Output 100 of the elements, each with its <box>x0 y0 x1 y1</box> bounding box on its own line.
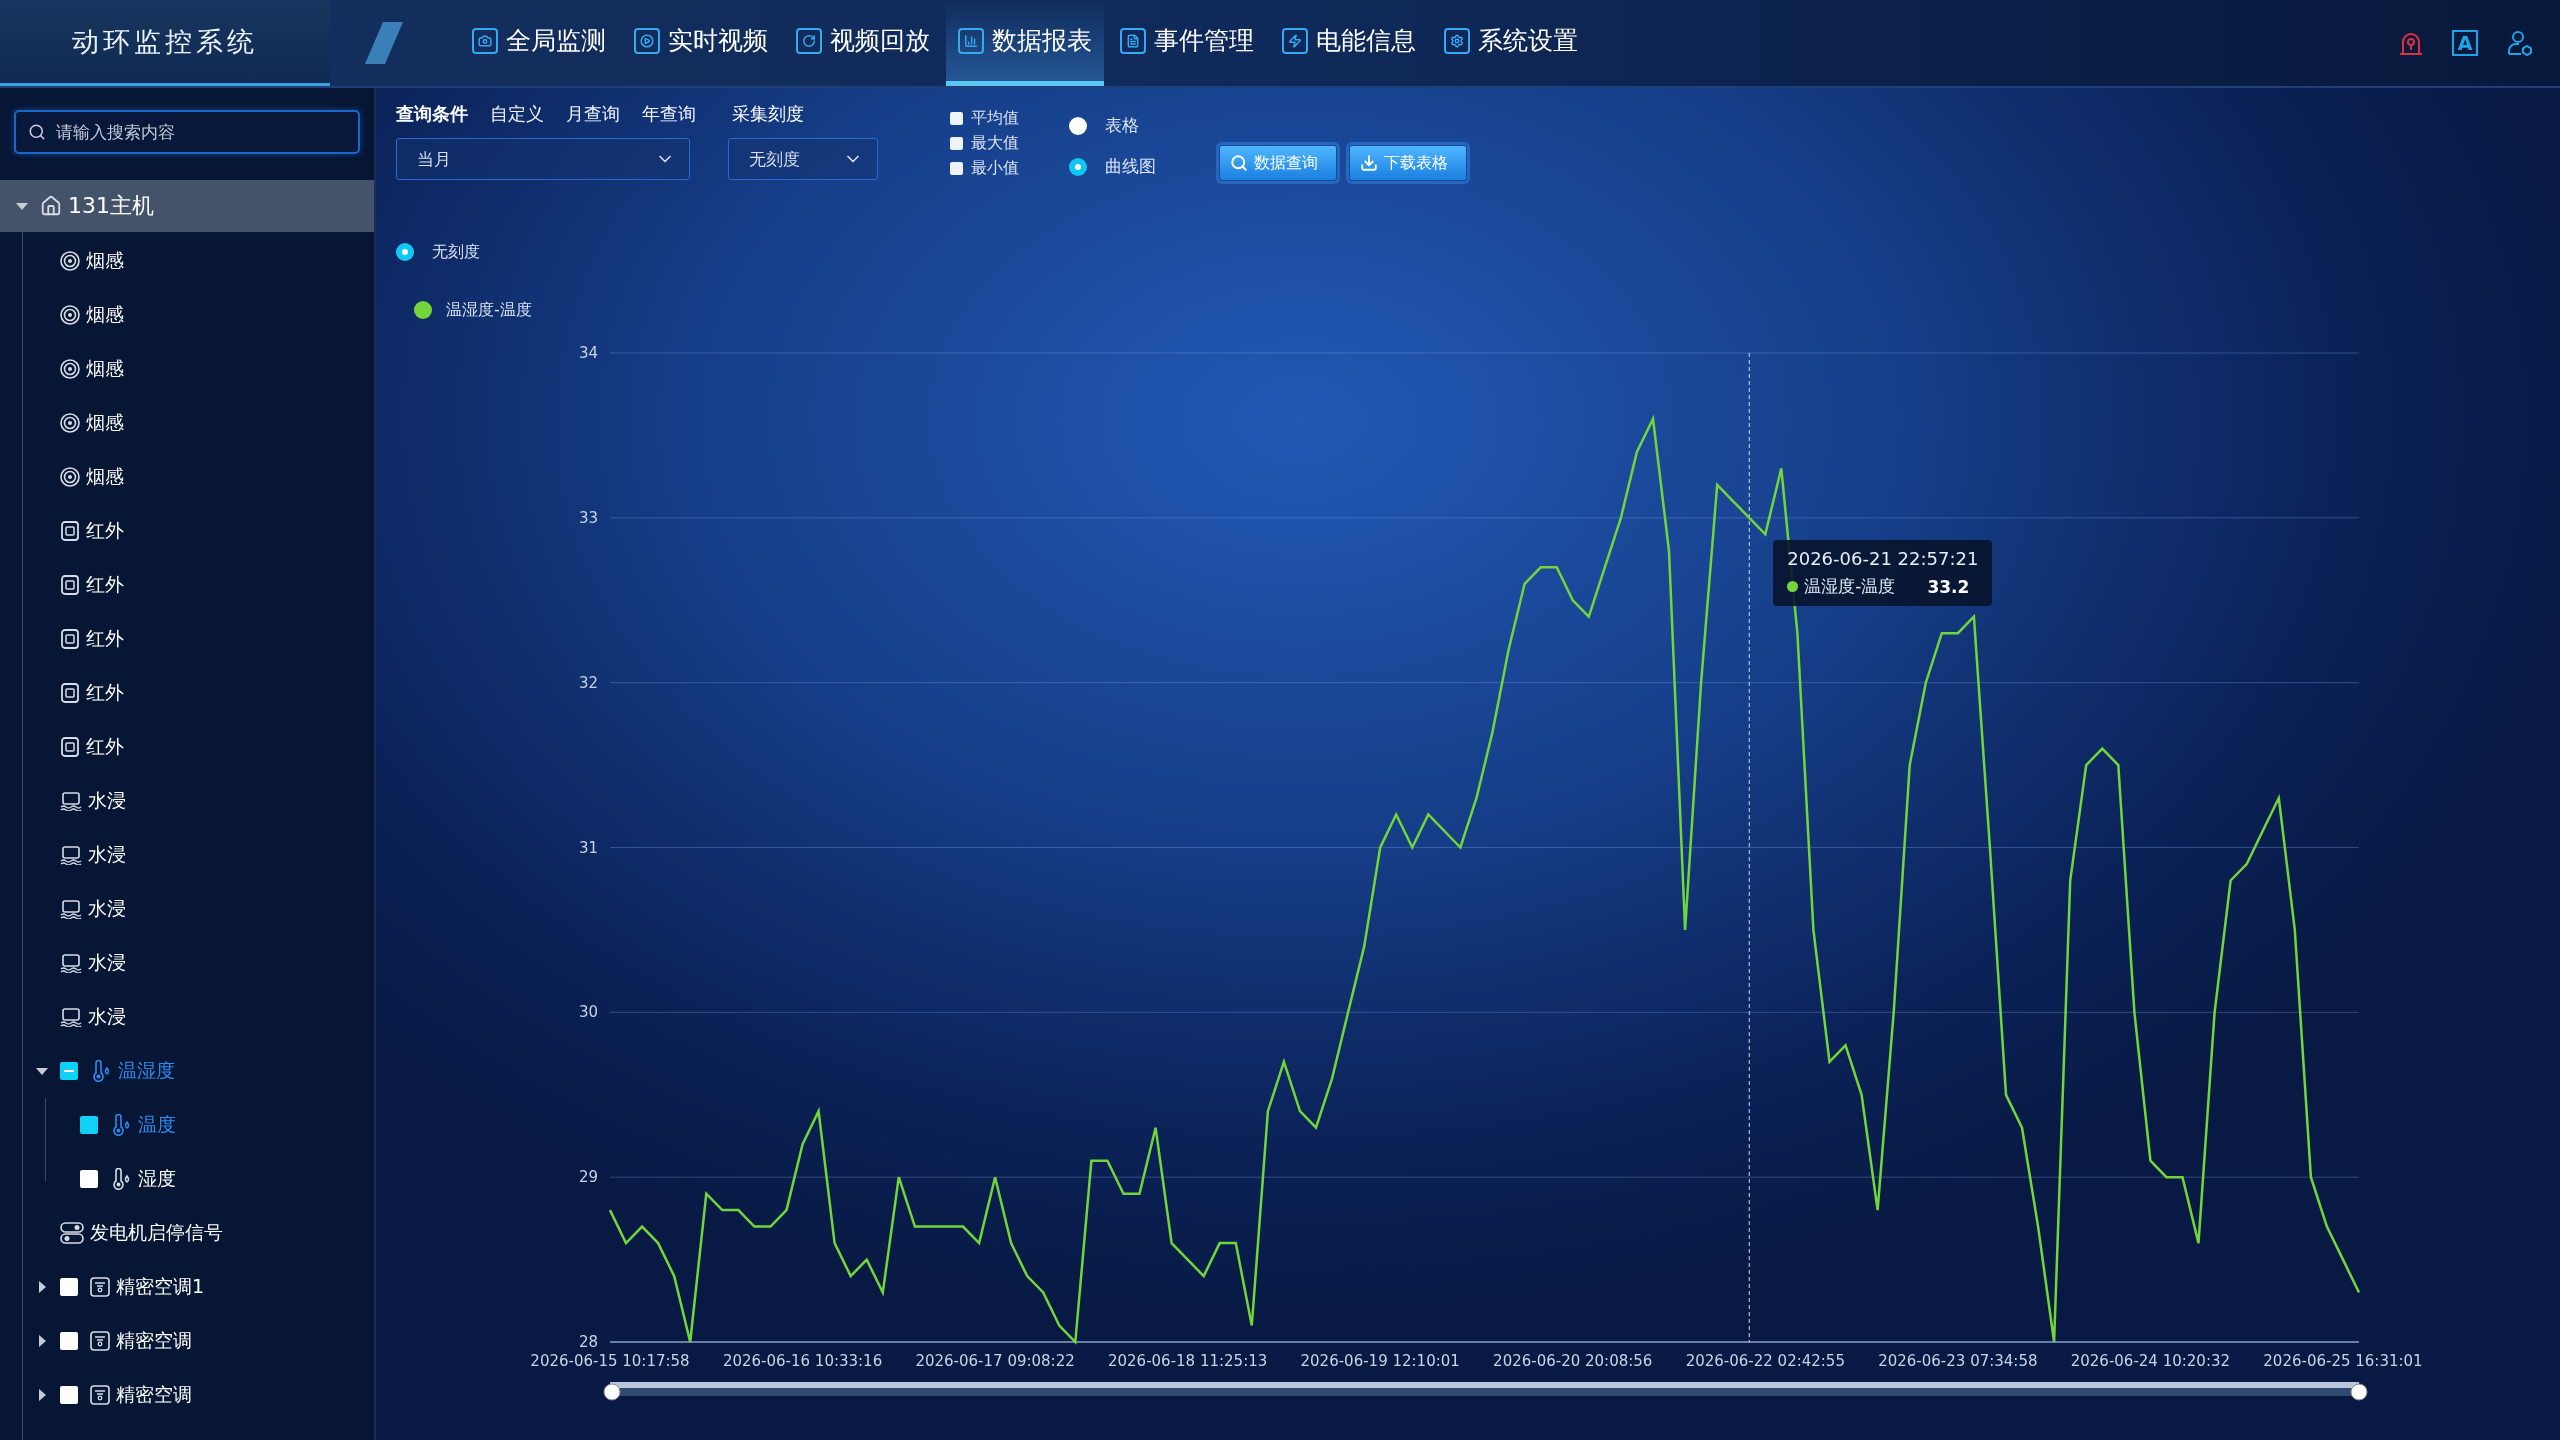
smoke-detector-icon <box>60 467 80 487</box>
stat-checkbox[interactable]: 最小值 <box>950 158 1019 179</box>
tree-item[interactable]: 精密空调1 <box>116 1274 205 1300</box>
tree-item[interactable]: 温湿度 <box>118 1058 175 1084</box>
tree-item[interactable]: 烟感 <box>86 356 124 382</box>
sensor-icon <box>60 629 80 649</box>
smoke-detector-icon <box>60 251 80 271</box>
tree-item[interactable]: 水浸 <box>88 1004 126 1030</box>
tree-item[interactable]: 精密空调 <box>116 1328 192 1354</box>
checkbox[interactable] <box>60 1278 78 1296</box>
axis-label: 2026-06-24 10:20:32 <box>2070 1352 2231 1370</box>
smoke-detector-icon <box>60 305 80 325</box>
nav-tab[interactable]: 实时视频 <box>622 0 780 86</box>
air-conditioner-icon <box>90 1277 110 1297</box>
sensor-icon <box>60 575 80 595</box>
query-heading: 查询条件 <box>396 102 468 126</box>
bar-chart-icon <box>958 27 984 54</box>
tree-item[interactable]: 烟感 <box>86 302 124 328</box>
axis-label: 2026-06-16 10:33:16 <box>722 1352 883 1370</box>
axis-label: 2026-06-15 10:17:58 <box>530 1352 690 1370</box>
stat-checkbox[interactable]: 平均值 <box>950 108 1019 129</box>
tree-item[interactable]: 红外 <box>86 734 124 760</box>
axis-label: 2026-06-17 09:08:22 <box>915 1352 1075 1370</box>
tree-item[interactable]: 烟感 <box>86 248 124 274</box>
font-button[interactable]: A <box>2452 30 2478 56</box>
settings-icon <box>1444 27 1470 54</box>
nav-tab[interactable]: 电能信息 <box>1270 0 1428 86</box>
tree-item[interactable]: 精密空调 <box>116 1382 192 1408</box>
legend-label[interactable]: 温湿度-温度 <box>446 299 532 321</box>
axis-label: 28 <box>578 1333 598 1351</box>
tree-item[interactable]: 红外 <box>86 518 124 544</box>
query-mode-tab[interactable]: 月查询 <box>566 102 620 126</box>
scale-dropdown[interactable]: 无刻度 <box>728 138 878 180</box>
axis-label: 2026-06-23 07:34:58 <box>1878 1352 2038 1370</box>
tree-item[interactable]: 烟感 <box>86 464 124 490</box>
tree-root-label: 131主机 <box>68 192 154 220</box>
tree-item[interactable]: 水浸 <box>88 842 126 868</box>
nav-tab[interactable]: 视频回放 <box>784 0 942 86</box>
view-radio[interactable]: 曲线图 <box>1069 155 1156 178</box>
document-icon <box>1120 27 1146 54</box>
legend-dot[interactable] <box>414 301 432 319</box>
checkbox[interactable] <box>60 1062 78 1080</box>
axis-label: 33 <box>578 508 598 527</box>
tree-item[interactable]: 水浸 <box>88 896 126 922</box>
tree-item[interactable]: 湿度 <box>138 1166 176 1192</box>
tree-item[interactable]: 发电机启停信号 <box>90 1220 223 1246</box>
axis-label: 30 <box>578 1003 598 1022</box>
smoke-detector-icon <box>60 413 80 433</box>
water-sensor-icon <box>60 953 82 973</box>
search-field[interactable]: 请输入搜索内容 <box>14 110 360 154</box>
axis-label: 2026-06-20 20:08:56 <box>1493 1352 1653 1370</box>
camera-icon <box>472 27 498 54</box>
tooltip-value: 33.2 <box>1927 576 1970 597</box>
axis-label: 2026-06-22 02:42:55 <box>1685 1352 1845 1370</box>
user-settings-icon[interactable] <box>2506 29 2534 57</box>
axis-label: 32 <box>578 673 598 692</box>
period-dropdown[interactable]: 当月 <box>396 138 690 180</box>
thermometer-icon <box>110 1168 132 1190</box>
search-icon <box>1230 154 1248 172</box>
home-icon <box>40 195 62 217</box>
air-conditioner-icon <box>90 1385 110 1405</box>
stat-checkbox[interactable]: 最大值 <box>950 133 1019 154</box>
sensor-icon <box>60 683 80 703</box>
app-title: 动环监控系统 <box>72 24 258 59</box>
thermometer-icon <box>110 1114 132 1136</box>
tree-item[interactable]: 水浸 <box>88 788 126 814</box>
tree-root-row[interactable]: 131主机 <box>0 180 374 232</box>
checkbox[interactable] <box>60 1332 78 1350</box>
tree-item[interactable]: 烟感 <box>86 410 124 436</box>
tree-item[interactable]: 红外 <box>86 572 124 598</box>
axis-label: 2026-06-19 12:10:01 <box>1300 1352 1460 1370</box>
zoom-slider[interactable] <box>603 1382 2368 1401</box>
radio[interactable] <box>396 243 414 261</box>
bolt-icon <box>1282 27 1308 54</box>
axis-label: 29 <box>578 1168 598 1187</box>
view-radio[interactable]: 表格 <box>1069 114 1156 137</box>
checkbox[interactable] <box>60 1386 78 1404</box>
checkbox[interactable] <box>80 1170 98 1188</box>
scale-label: 采集刻度 <box>731 102 805 126</box>
search-icon <box>28 123 46 141</box>
axis-label: 34 <box>578 344 598 362</box>
checkbox[interactable] <box>80 1116 98 1134</box>
replay-icon <box>796 27 822 54</box>
tree-item[interactable]: 水浸 <box>88 950 126 976</box>
alarm-light-icon[interactable] <box>2398 30 2424 56</box>
query-mode-tab[interactable]: 自定义 <box>490 102 544 126</box>
minus-icon <box>64 1070 74 1072</box>
air-conditioner-icon <box>90 1331 110 1351</box>
smoke-detector-icon <box>60 359 80 379</box>
water-sensor-icon <box>60 791 82 811</box>
query-mode-tab[interactable]: 年查询 <box>642 102 696 126</box>
nav-tab[interactable]: 系统设置 <box>1432 0 1590 86</box>
nav-tab[interactable]: 事件管理 <box>1108 0 1266 86</box>
tree-item[interactable]: 红外 <box>86 680 124 706</box>
tree-item[interactable]: 温度 <box>138 1112 176 1138</box>
sensor-icon <box>60 737 80 757</box>
play-icon <box>634 27 660 54</box>
tree-item[interactable]: 红外 <box>86 626 124 652</box>
nav-tab[interactable]: 全局监测 <box>460 0 618 86</box>
axis-label: 2026-06-18 11:25:13 <box>1108 1352 1268 1370</box>
